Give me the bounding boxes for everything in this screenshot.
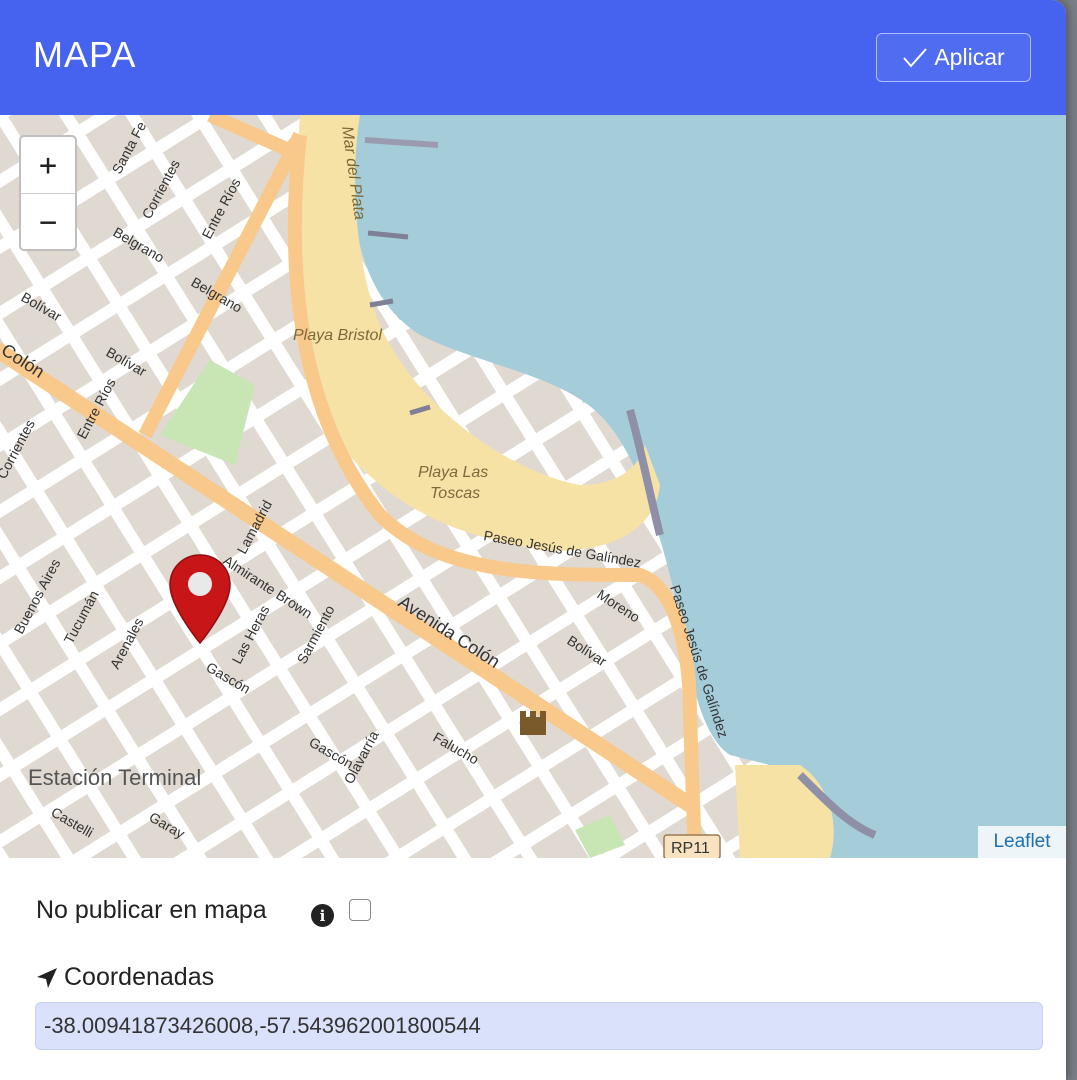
map-view[interactable]: Santa Fe Corrientes Entre Ríos Belgrano … [0, 115, 1066, 858]
coordenadas-label: Coordenadas [36, 963, 214, 992]
coordinates-input[interactable] [35, 1002, 1043, 1050]
route-shield-label: RP11 [671, 840, 710, 857]
place-label: Playa Bristol [293, 327, 382, 344]
no-publicar-checkbox[interactable] [349, 899, 371, 921]
zoom-in-button[interactable]: + [21, 137, 75, 194]
location-arrow-icon [37, 967, 57, 988]
check-icon [903, 47, 928, 68]
dialog-header: MAPA Aplicar [0, 0, 1066, 115]
zoom-control: + − [19, 135, 77, 251]
zoom-out-button[interactable]: − [21, 194, 75, 249]
dialog-footer: No publicar en mapa i Coordenadas [0, 858, 1066, 1080]
place-label: Estación Terminal [28, 765, 201, 790]
place-label: Toscas [430, 485, 480, 502]
no-publicar-label: No publicar en mapa [36, 896, 267, 924]
map-dialog: MAPA Aplicar Santa Fe Corrientes Entre R… [0, 0, 1066, 1080]
coordenadas-label-text: Coordenadas [64, 963, 215, 991]
apply-label: Aplicar [934, 44, 1005, 70]
map-tiles[interactable]: Santa Fe Corrientes Entre Ríos Belgrano … [0, 115, 1066, 858]
leaflet-attribution-link[interactable]: Leaflet [978, 826, 1066, 858]
castle-icon [520, 711, 546, 735]
dialog-title: MAPA [33, 34, 137, 75]
place-label: Playa Las [418, 464, 488, 481]
apply-button[interactable]: Aplicar [876, 33, 1031, 82]
info-icon[interactable]: i [311, 904, 334, 927]
